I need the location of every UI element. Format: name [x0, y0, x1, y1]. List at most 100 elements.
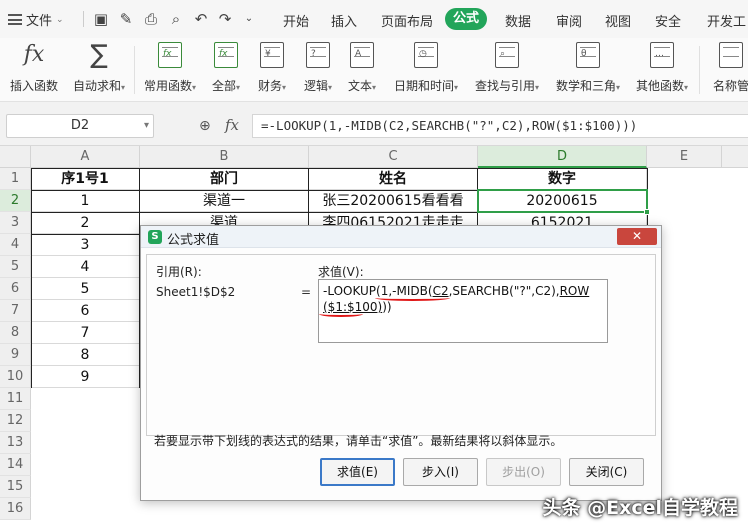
tab-review[interactable]: 审阅	[556, 11, 582, 30]
cell-b2[interactable]: 渠道一	[140, 190, 309, 212]
fx-icon[interactable]: fx	[225, 116, 239, 134]
math-trig-button[interactable]: θ 数学和三角▾	[552, 42, 624, 94]
hamburger-icon	[8, 14, 22, 25]
table-rule	[31, 234, 32, 388]
tab-formulas[interactable]: 公式	[445, 8, 488, 30]
math-icon: θ	[576, 42, 600, 68]
cell-a10[interactable]: 9	[31, 366, 140, 388]
format-painter-icon[interactable]: ✎	[117, 10, 135, 28]
row-header[interactable]: 5	[0, 256, 31, 278]
cell-b1[interactable]: 部门	[140, 168, 309, 190]
row-header[interactable]: 11	[0, 388, 31, 410]
tab-page-layout[interactable]: 页面布局	[381, 11, 433, 30]
name-box[interactable]: D2 ▾	[6, 114, 154, 138]
autosum-button[interactable]: ∑ 自动求和▾	[70, 42, 128, 94]
tab-security[interactable]: 安全	[655, 11, 681, 30]
row-header[interactable]: 9	[0, 344, 31, 366]
cell-c1[interactable]: 姓名	[309, 168, 478, 190]
cell-a9[interactable]: 8	[31, 344, 140, 366]
wps-sheet-logo-icon: S	[148, 230, 162, 244]
customize-chevron-icon[interactable]: ⌄	[240, 10, 258, 28]
cell-a7[interactable]: 6	[31, 300, 140, 322]
file-menu-label: 文件	[26, 14, 53, 29]
fill-handle[interactable]	[644, 209, 650, 215]
insert-function-label: 插入函数	[9, 79, 58, 93]
step-in-button[interactable]: 步入(I)	[403, 458, 478, 486]
name-manager-button[interactable]: 名称管	[707, 42, 748, 94]
undo-icon[interactable]: ↶	[192, 10, 210, 28]
formula-input[interactable]: =-LOOKUP(1,-MIDB(C2,SEARCHB("?",C2),ROW(…	[252, 114, 748, 138]
close-button[interactable]: 关闭(C)	[569, 458, 644, 486]
cell-a4[interactable]: 3	[31, 234, 140, 256]
file-menu[interactable]: 文件 ⌄	[8, 10, 64, 29]
text-button[interactable]: A 文本▾	[342, 42, 382, 94]
evaluate-button[interactable]: 求值(E)	[320, 458, 395, 486]
table-rule	[31, 190, 648, 191]
row-header[interactable]: 14	[0, 454, 31, 476]
column-header-a[interactable]: A	[31, 146, 140, 168]
tab-insert[interactable]: 插入	[331, 11, 357, 30]
common-functions-button[interactable]: fx 常用函数▾	[140, 42, 200, 94]
row-header[interactable]: 13	[0, 432, 31, 454]
financial-icon: ¥	[260, 42, 284, 68]
menu-divider	[83, 11, 84, 27]
lookup-reference-label: 查找与引用	[474, 79, 535, 93]
save-icon[interactable]: ▣	[92, 10, 110, 28]
cell-d2[interactable]: 20200615	[478, 190, 647, 212]
reference-label: 引用(R):	[156, 265, 202, 279]
more-functions-button[interactable]: … 其他函数▾	[632, 42, 692, 94]
tab-developer[interactable]: 开发工	[707, 11, 746, 30]
sigma-icon: ∑	[90, 40, 108, 70]
date-time-label: 日期和时间	[393, 79, 454, 93]
tab-view[interactable]: 视图	[605, 11, 631, 30]
cell-d1[interactable]: 数字	[478, 168, 647, 190]
row-header[interactable]: 10	[0, 366, 31, 388]
cell-a5[interactable]: 4	[31, 256, 140, 278]
cell-a1[interactable]: 序1号1	[31, 168, 140, 190]
tab-home[interactable]: 开始	[283, 11, 309, 30]
row-header[interactable]: 15	[0, 476, 31, 498]
row-header[interactable]: 8	[0, 322, 31, 344]
column-header-f[interactable]	[722, 146, 748, 168]
evaluation-label: 求值(V):	[318, 265, 364, 279]
select-all-corner[interactable]	[0, 146, 31, 168]
more-functions-icon: …	[650, 42, 674, 68]
date-time-button[interactable]: ◷ 日期和时间▾	[390, 42, 462, 94]
column-header-b[interactable]: B	[140, 146, 309, 168]
step-out-button[interactable]: 步出(O)	[486, 458, 561, 486]
print-icon[interactable]: ⎙	[142, 10, 160, 28]
cell-a3[interactable]: 2	[31, 212, 140, 234]
column-header-c[interactable]: C	[309, 146, 478, 168]
row-header[interactable]: 12	[0, 410, 31, 432]
zoom-icon[interactable]: ⊕	[199, 118, 211, 134]
insert-function-button[interactable]: fx 插入函数	[6, 42, 62, 94]
row-header[interactable]: 1	[0, 168, 31, 190]
row-header[interactable]: 7	[0, 300, 31, 322]
row-header[interactable]: 3	[0, 212, 31, 234]
chevron-down-icon[interactable]: ▾	[144, 115, 149, 137]
column-header-d[interactable]: D	[478, 146, 647, 168]
cell-a2[interactable]: 1	[31, 190, 140, 212]
cell-a8[interactable]: 7	[31, 322, 140, 344]
all-functions-button[interactable]: fx 全部▾	[206, 42, 246, 94]
close-icon[interactable]: ✕	[617, 228, 657, 245]
cell-c2[interactable]: 张三20200615看看看	[309, 190, 478, 212]
row-header[interactable]: 4	[0, 234, 31, 256]
column-header-e[interactable]: E	[647, 146, 722, 168]
red-annotation-mark	[375, 295, 450, 301]
redo-icon[interactable]: ↷	[216, 10, 234, 28]
dialog-title-bar[interactable]: S 公式求值 ✕	[141, 226, 661, 248]
financial-button[interactable]: ¥ 财务▾	[252, 42, 292, 94]
cell-a6[interactable]: 5	[31, 278, 140, 300]
chevron-down-icon: ⌄	[56, 14, 64, 25]
row-header[interactable]: 2	[0, 190, 31, 212]
row-header[interactable]: 6	[0, 278, 31, 300]
tab-data[interactable]: 数据	[505, 11, 531, 30]
function-book-icon: fx	[158, 42, 182, 68]
logical-button[interactable]: ? 逻辑▾	[298, 42, 338, 94]
print-preview-icon[interactable]: ⌕	[167, 10, 185, 28]
dialog-panel: 引用(R): Sheet1!$D$2 = 求值(V): -LOOKUP(1,-M…	[146, 254, 656, 436]
lookup-reference-button[interactable]: ⌕ 查找与引用▾	[471, 42, 543, 94]
row-header[interactable]: 16	[0, 498, 31, 520]
math-trig-label: 数学和三角	[555, 79, 616, 93]
